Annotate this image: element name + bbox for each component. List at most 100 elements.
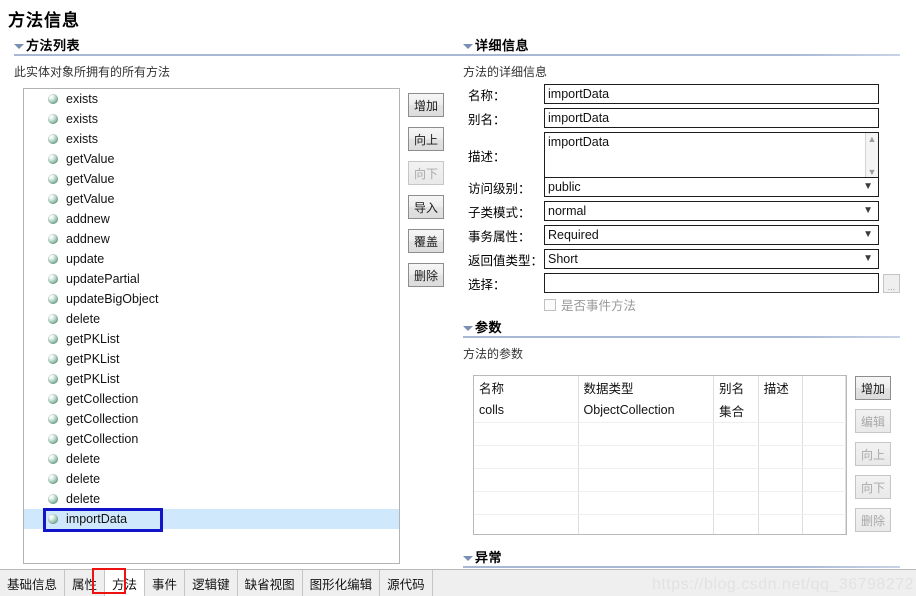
tab-5[interactable]: 缺省视图 (237, 570, 303, 596)
table-row[interactable] (474, 445, 846, 469)
tab-6[interactable]: 图形化编辑 (302, 570, 381, 596)
list-item[interactable]: getCollection (24, 429, 399, 449)
table-cell (578, 491, 715, 515)
description-scrollbar[interactable]: ▲ ▼ (865, 133, 878, 178)
name-input[interactable]: importData (544, 84, 879, 104)
list-item-selected[interactable]: importData (24, 509, 399, 529)
list-item[interactable]: getCollection (24, 389, 399, 409)
list-item[interactable]: getValue (24, 149, 399, 169)
scroll-down-icon[interactable]: ▼ (868, 168, 877, 177)
list-item[interactable]: delete (24, 489, 399, 509)
chevron-down-icon[interactable]: ▼ (863, 182, 873, 192)
transaction-select[interactable]: Required ▼ (544, 225, 879, 245)
table-row[interactable] (474, 514, 846, 534)
list-item-label: delete (66, 312, 101, 326)
list-item[interactable]: delete (24, 309, 399, 329)
list-item[interactable]: updateBigObject (24, 289, 399, 309)
list-item[interactable]: getValue (24, 169, 399, 189)
list-item-label: updateBigObject (66, 292, 159, 306)
list-item-label: getPKList (66, 332, 120, 346)
list-item[interactable]: exists (24, 89, 399, 109)
table-cell (713, 422, 759, 446)
params-header[interactable]: 参数 (463, 318, 900, 335)
list-item-label: getValue (66, 152, 115, 166)
section-divider (463, 54, 900, 56)
detail-header[interactable]: 详细信息 (463, 36, 900, 53)
method-list-heading: 方法列表 (26, 38, 81, 53)
tab-0[interactable]: 基础信息 (0, 570, 66, 596)
list-item-label: delete (66, 472, 101, 486)
move-up-method-button[interactable]: 向上 (408, 127, 444, 151)
subclass-mode-select[interactable]: normal ▼ (544, 201, 879, 221)
field-row-description: 描述： importData ▲ ▼ (468, 132, 908, 179)
params-table[interactable]: 名称 数据类型 别名 描述 colls ObjectCollection 集合 (473, 375, 847, 535)
list-item[interactable]: addnew (24, 229, 399, 249)
scroll-up-icon[interactable]: ▲ (868, 135, 877, 144)
list-item[interactable]: delete (24, 449, 399, 469)
access-level-select[interactable]: public ▼ (544, 177, 879, 197)
choose-input[interactable] (544, 273, 879, 293)
detail-description: 方法的详细信息 (463, 65, 548, 79)
chevron-down-icon[interactable]: ▼ (863, 254, 873, 264)
return-type-label: 返回值类型： (468, 253, 544, 268)
list-item[interactable]: getPKList (24, 369, 399, 389)
chevron-down-icon[interactable]: ▼ (863, 230, 873, 240)
list-item[interactable]: getCollection (24, 409, 399, 429)
table-row[interactable] (474, 468, 846, 492)
is-event-method-checkbox-row[interactable]: 是否事件方法 (544, 295, 636, 314)
list-item[interactable]: update (24, 249, 399, 269)
table-cell (802, 445, 846, 469)
list-item[interactable]: delete (24, 469, 399, 489)
list-item-label: exists (66, 112, 98, 126)
chevron-down-icon[interactable] (463, 326, 473, 331)
list-item[interactable]: addnew (24, 209, 399, 229)
exception-header[interactable]: 异常 (463, 548, 900, 565)
access-level-value: public (548, 180, 581, 194)
list-item[interactable]: exists (24, 129, 399, 149)
description-textarea[interactable]: importData ▲ ▼ (544, 132, 879, 179)
table-cell (474, 468, 579, 492)
method-sphere-icon (48, 314, 58, 324)
table-row[interactable] (474, 422, 846, 446)
method-sphere-icon (48, 194, 58, 204)
alias-input[interactable]: importData (544, 108, 879, 128)
override-method-button[interactable]: 覆盖 (408, 229, 444, 253)
table-row[interactable]: colls ObjectCollection 集合 (474, 399, 846, 423)
import-method-button[interactable]: 导入 (408, 195, 444, 219)
add-method-button[interactable]: 增加 (408, 93, 444, 117)
list-item[interactable]: exists (24, 109, 399, 129)
list-item[interactable]: getValue (24, 189, 399, 209)
table-cell (474, 422, 579, 446)
tab-1[interactable]: 属性 (65, 570, 106, 596)
method-list[interactable]: exists exists exists getValue getValue getVal… (23, 88, 400, 564)
tab-4[interactable]: 逻辑键 (185, 570, 238, 596)
list-item[interactable]: getPKList (24, 349, 399, 369)
list-item-label: addnew (66, 212, 110, 226)
exception-section: 异常 (463, 548, 900, 568)
list-item[interactable]: updatePartial (24, 269, 399, 289)
choose-browse-button[interactable]: ... (883, 273, 900, 293)
delete-method-button[interactable]: 删除 (408, 263, 444, 287)
checkbox-icon[interactable] (544, 298, 556, 311)
table-row[interactable] (474, 491, 846, 515)
tab-2[interactable]: 方法 (105, 570, 146, 596)
list-item-label: delete (66, 492, 101, 506)
table-cell (578, 468, 715, 492)
tab-7[interactable]: 源代码 (380, 570, 433, 596)
page-title: 方法信息 (8, 11, 80, 30)
table-cell (802, 399, 846, 423)
table-cell (578, 445, 715, 469)
table-cell (578, 422, 715, 446)
chevron-down-icon[interactable] (14, 44, 24, 49)
tab-3[interactable]: 事件 (145, 570, 186, 596)
list-item-label: exists (66, 92, 98, 106)
chevron-down-icon[interactable]: ▼ (863, 206, 873, 216)
chevron-down-icon[interactable] (463, 556, 473, 561)
choose-label: 选择： (468, 277, 506, 292)
list-item-label: getValue (66, 172, 115, 186)
chevron-down-icon[interactable] (463, 44, 473, 49)
list-item[interactable]: getPKList (24, 329, 399, 349)
detail-section: 详细信息 方法的详细信息 (463, 36, 900, 80)
return-type-select[interactable]: Short ▼ (544, 249, 879, 269)
add-param-button[interactable]: 增加 (855, 376, 891, 400)
